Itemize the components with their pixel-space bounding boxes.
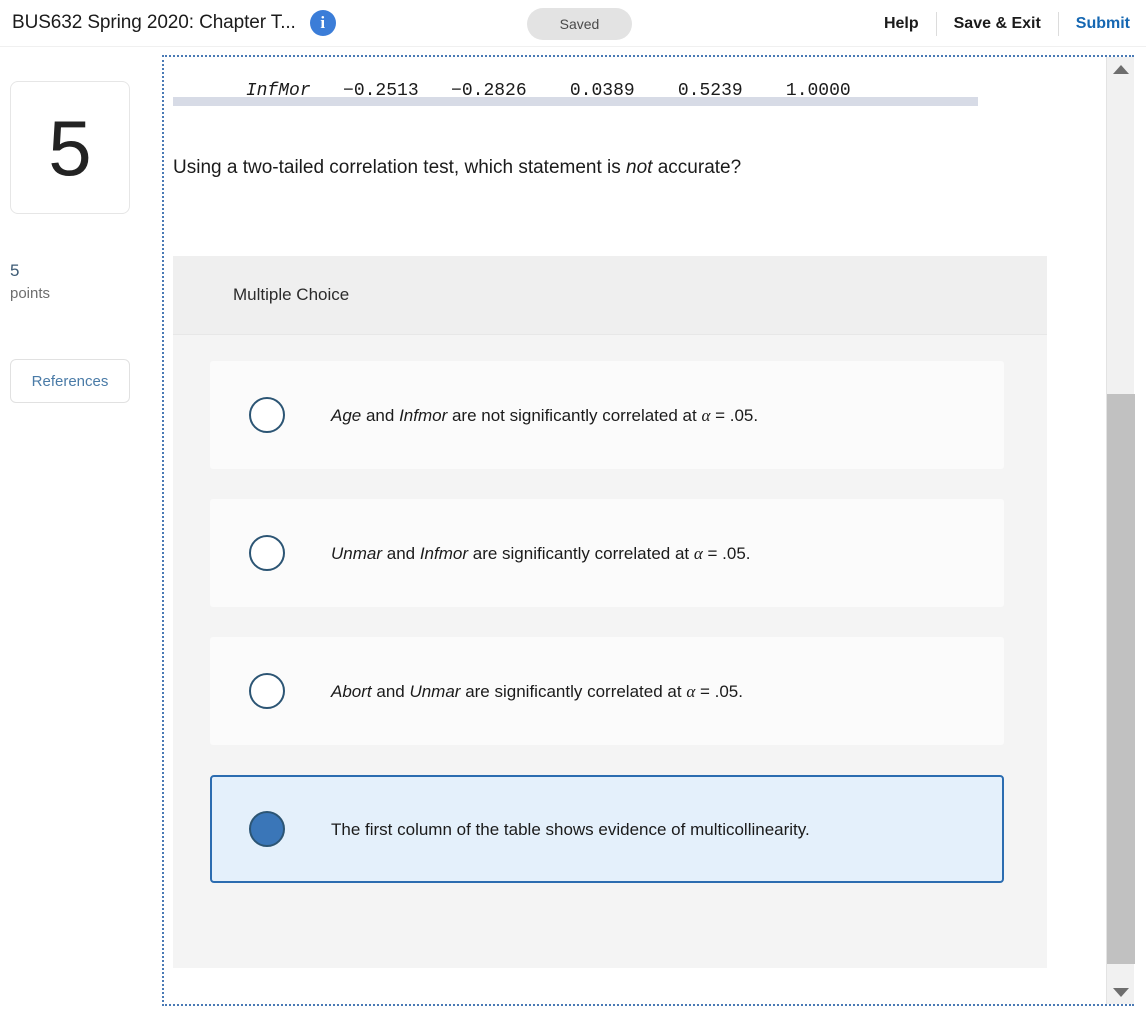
radio-button-d[interactable] — [249, 811, 285, 847]
answer-option-a[interactable]: Age and Infmor are not significantly cor… — [210, 361, 1004, 469]
prompt-part-2: accurate? — [652, 157, 742, 178]
horizontal-scrollbar[interactable] — [173, 97, 1113, 106]
radio-button-b[interactable] — [249, 535, 285, 571]
help-button[interactable]: Help — [867, 15, 936, 33]
vertical-scrollbar-thumb[interactable] — [1107, 394, 1135, 964]
question-type-label: Multiple Choice — [233, 285, 350, 304]
chevron-down-icon — [1113, 987, 1129, 997]
answer-options-list: Age and Infmor are not significantly cor… — [173, 335, 1047, 883]
save-and-exit-button[interactable]: Save & Exit — [937, 15, 1058, 33]
header-actions: Help Save & Exit Submit — [867, 0, 1130, 47]
horizontal-scrollbar-thumb[interactable] — [173, 97, 978, 106]
question-number: 5 — [48, 103, 92, 192]
question-pane: InfMor −0.2513 −0.2826 0.0389 0.5239 1.0… — [162, 55, 1134, 1006]
answer-option-b[interactable]: Unmar and Infmor are significantly corre… — [210, 499, 1004, 607]
points-value: 5 — [10, 261, 20, 280]
question-number-box: 5 — [10, 81, 130, 214]
answer-option-label: Unmar and Infmor are significantly corre… — [331, 543, 751, 563]
scroll-down-button[interactable] — [1107, 980, 1135, 1004]
question-type-header: Multiple Choice — [173, 256, 1047, 335]
scroll-up-button[interactable] — [1107, 57, 1135, 81]
status-badge: Saved — [527, 8, 632, 40]
answer-option-label: Age and Infmor are not significantly cor… — [331, 405, 759, 425]
prompt-emphasis: not — [626, 157, 653, 178]
points-display: 5 points — [10, 259, 50, 305]
prompt-part-1: Using a two-tailed correlation test, whi… — [173, 157, 627, 178]
answer-option-label: The first column of the table shows evid… — [331, 819, 810, 839]
points-label: points — [10, 285, 51, 302]
radio-button-a[interactable] — [249, 397, 285, 433]
answer-option-c[interactable]: Abort and Unmar are significantly correl… — [210, 637, 1004, 745]
multiple-choice-panel: Multiple Choice Age and Infmor are not s… — [173, 256, 1047, 968]
question-sidebar: 5 5 points References — [0, 47, 162, 1023]
answer-option-d[interactable]: The first column of the table shows evid… — [210, 775, 1004, 883]
answer-option-label: Abort and Unmar are significantly correl… — [331, 681, 743, 701]
info-icon[interactable]: i — [309, 10, 336, 36]
page-title: BUS632 Spring 2020: Chapter T... — [12, 12, 296, 33]
submit-button[interactable]: Submit — [1059, 15, 1130, 33]
radio-button-c[interactable] — [249, 673, 285, 709]
chevron-up-icon — [1113, 64, 1129, 74]
question-prompt: Using a two-tailed correlation test, whi… — [173, 154, 1073, 182]
vertical-scrollbar[interactable] — [1106, 57, 1135, 1004]
references-button[interactable]: References — [10, 359, 130, 403]
app-header: BUS632 Spring 2020: Chapter T... i Saved… — [0, 0, 1146, 47]
